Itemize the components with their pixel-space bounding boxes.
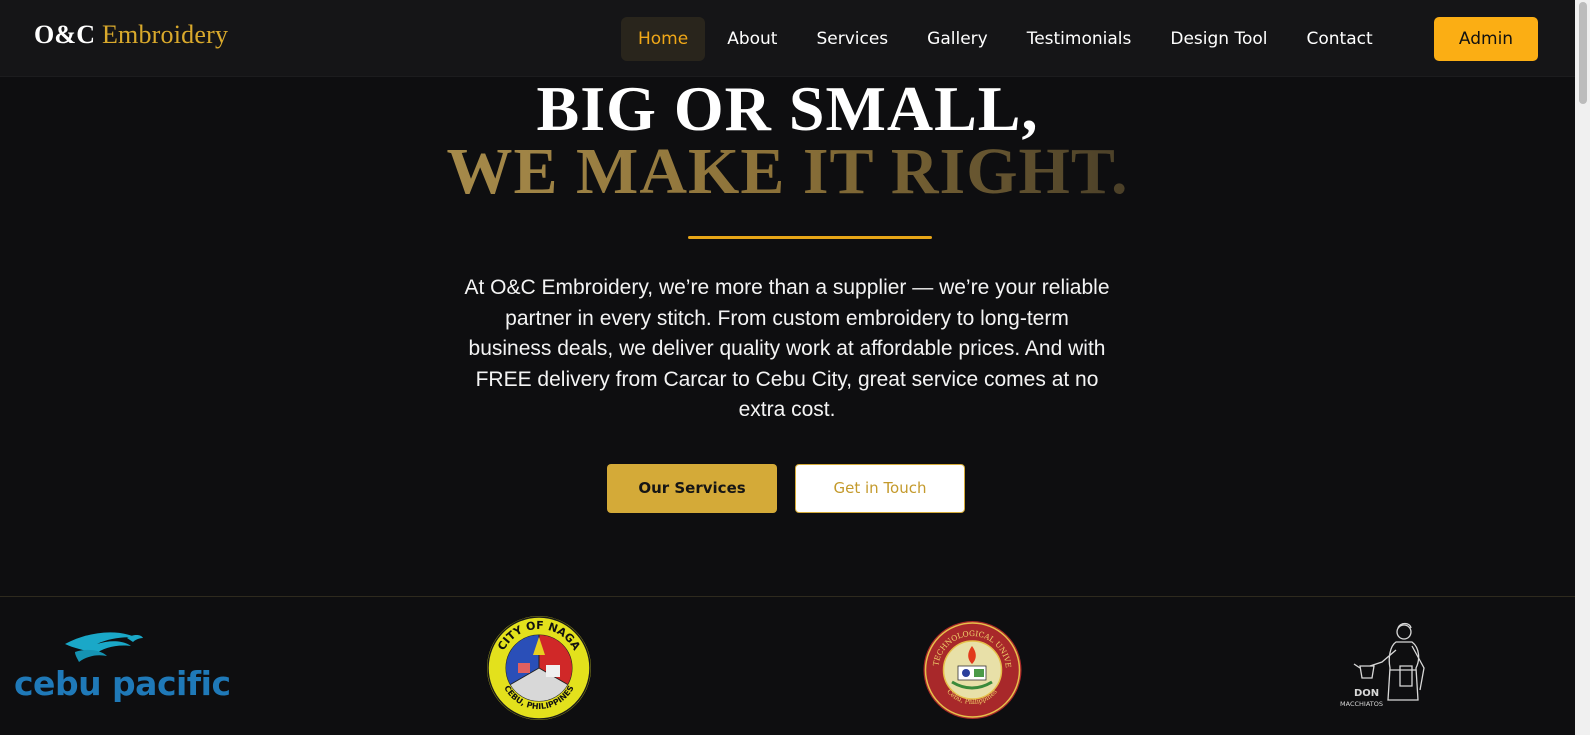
nav-item-contact[interactable]: Contact [1289,17,1389,61]
don-macchiatos-logo: DON MACCHIATOS [1340,620,1440,716]
get-in-touch-button[interactable]: Get in Touch [795,464,965,513]
nav-item-design-tool[interactable]: Design Tool [1153,17,1284,61]
don-macchiatos-sub: MACCHIATOS [1340,700,1383,708]
nav-item-gallery[interactable]: Gallery [910,17,1005,61]
cebu-technological-university-seal: CEBU TECHNOLOGICAL UNIVERSITY Cebu, Phil… [919,613,1023,720]
section-divider [0,596,1575,597]
cebu-pacific-wordmark: cebu pacific [14,664,231,703]
cebu-pacific-logo: cebu pacific [12,630,231,710]
nav-item-testimonials[interactable]: Testimonials [1010,17,1149,61]
brand-name-part2: Embroidery [101,20,229,49]
brand-name-part1: O&C [34,20,96,49]
hero-description: At O&C Embroidery, we’re more than a sup… [464,276,1110,421]
don-macchiatos-name: DON [1354,688,1379,699]
top-navbar: O&C Embroidery Home About Services Galle… [0,0,1575,77]
hero-headline-line2: WE MAKE IT RIGHT. [0,134,1575,210]
nav-menu: Home About Services Gallery Testimonials… [621,17,1395,61]
nav-item-services[interactable]: Services [799,17,905,61]
nav-item-home[interactable]: Home [621,17,706,61]
hero-headline-line2-text: WE MAKE IT RIGHT. [446,135,1129,208]
nav-item-about[interactable]: About [710,17,794,61]
city-of-naga-seal: CITY OF NAGA CEBU, PHILIPPINES [486,615,592,721]
brand-logo[interactable]: O&C Embroidery [34,20,228,50]
our-services-button[interactable]: Our Services [607,464,777,513]
page-scrollbar[interactable] [1575,0,1590,735]
scrollbar-thumb[interactable] [1579,2,1587,104]
admin-button[interactable]: Admin [1434,17,1538,61]
headline-divider [688,236,932,239]
